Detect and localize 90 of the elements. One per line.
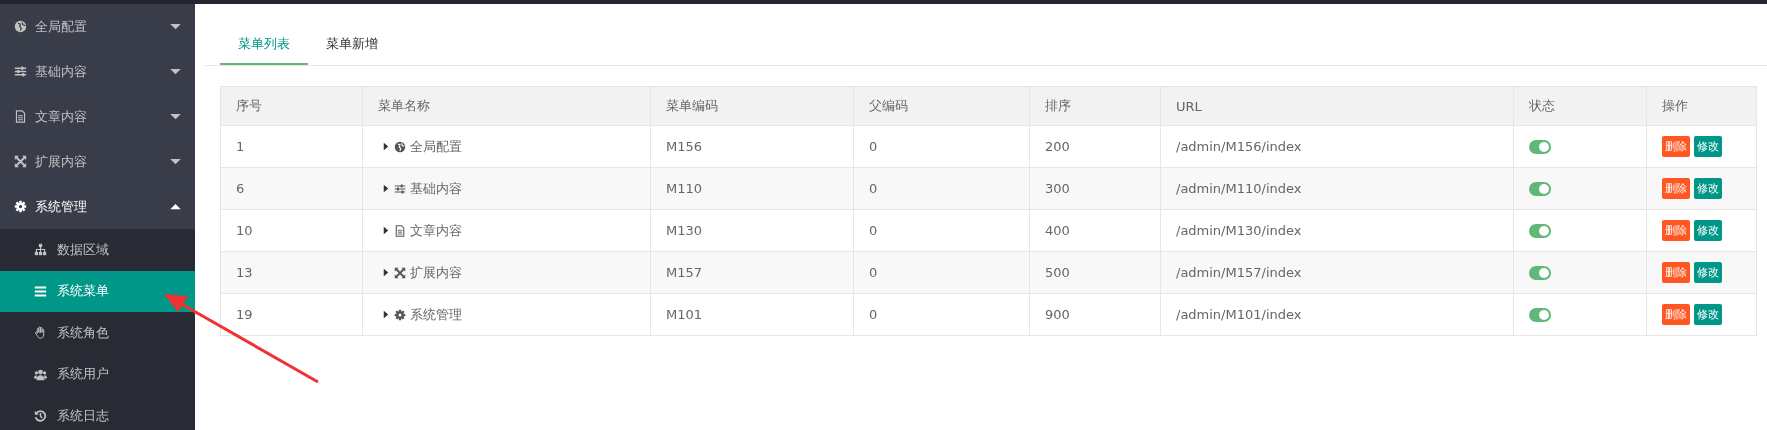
- delete-button[interactable]: 删除: [1662, 220, 1690, 241]
- table-cell: M157: [650, 251, 854, 294]
- table-cell: 10: [220, 209, 363, 252]
- status-toggle[interactable]: [1529, 308, 1551, 323]
- column-header: 排序: [1029, 86, 1161, 126]
- sidebar-subitem[interactable]: 系统角色: [0, 312, 195, 354]
- table-cell: 1: [220, 125, 363, 168]
- menu-name: 基础内容: [410, 180, 462, 196]
- delete-button[interactable]: 删除: [1662, 262, 1690, 283]
- hand-icon: [34, 326, 47, 340]
- table-cell: /admin/M156/index: [1160, 125, 1514, 168]
- table-cell: 19: [220, 293, 363, 336]
- table-cell: 300: [1029, 167, 1161, 210]
- expand-triangle-icon[interactable]: [383, 310, 389, 319]
- column-header: 菜单编码: [650, 86, 854, 126]
- table-cell: 200: [1029, 125, 1161, 168]
- sidebar-subitem[interactable]: 系统用户: [0, 353, 195, 395]
- globe-icon: [394, 140, 406, 153]
- history-icon: [34, 409, 47, 423]
- table-cell: /admin/M157/index: [1160, 251, 1514, 294]
- column-header: URL: [1160, 86, 1514, 126]
- table-cell: 500: [1029, 251, 1161, 294]
- delete-button[interactable]: 删除: [1662, 178, 1690, 199]
- bars-icon: [34, 284, 47, 298]
- expand-triangle-icon[interactable]: [383, 184, 389, 193]
- column-header: 操作: [1646, 86, 1757, 126]
- edit-button[interactable]: 修改: [1694, 304, 1722, 325]
- table-cell: 900: [1029, 293, 1161, 336]
- table-cell: /admin/M130/index: [1160, 209, 1514, 252]
- sidebar-subitem[interactable]: 数据区域: [0, 229, 195, 271]
- column-header: 序号: [220, 86, 363, 126]
- gear-icon: [14, 200, 27, 213]
- table-cell: M156: [650, 125, 854, 168]
- sliders-icon: [14, 65, 27, 78]
- status-toggle[interactable]: [1529, 140, 1551, 155]
- file-icon: [394, 224, 406, 237]
- menu-name: 全局配置: [410, 138, 462, 154]
- column-header: 状态: [1513, 86, 1647, 126]
- sidebar-item[interactable]: 全局配置: [0, 4, 195, 49]
- column-header: 父编码: [853, 86, 1030, 126]
- file-icon: [14, 110, 27, 123]
- edit-button[interactable]: 修改: [1694, 220, 1722, 241]
- table-cell: 400: [1029, 209, 1161, 252]
- table-cell: 0: [853, 209, 1030, 252]
- table-cell: 0: [853, 167, 1030, 210]
- sidebar-item[interactable]: 文章内容: [0, 94, 195, 139]
- expand-icon: [394, 266, 406, 279]
- table-cell: 13: [220, 251, 363, 294]
- menu-name: 文章内容: [410, 222, 462, 238]
- status-toggle[interactable]: [1529, 224, 1551, 239]
- sliders-icon: [394, 182, 406, 195]
- tab[interactable]: 菜单新增: [308, 24, 396, 65]
- table-cell: /admin/M110/index: [1160, 167, 1514, 210]
- column-header: 菜单名称: [362, 86, 651, 126]
- edit-button[interactable]: 修改: [1694, 136, 1722, 157]
- caret-icon: [170, 203, 181, 210]
- globe-icon: [14, 20, 27, 33]
- users-icon: [34, 367, 47, 381]
- caret-icon: [170, 68, 181, 75]
- caret-icon: [170, 113, 181, 120]
- expand-triangle-icon[interactable]: [383, 268, 389, 277]
- menu-name: 系统管理: [410, 306, 462, 322]
- status-toggle[interactable]: [1529, 182, 1551, 197]
- caret-icon: [170, 158, 181, 165]
- menu-name: 扩展内容: [410, 264, 462, 280]
- table-cell: 0: [853, 125, 1030, 168]
- gear-icon: [394, 308, 406, 321]
- tab[interactable]: 菜单列表: [220, 24, 308, 65]
- edit-button[interactable]: 修改: [1694, 178, 1722, 199]
- table-cell: M130: [650, 209, 854, 252]
- table-cell: 6: [220, 167, 363, 210]
- sidebar-subitem[interactable]: 系统日志: [0, 395, 195, 430]
- delete-button[interactable]: 删除: [1662, 136, 1690, 157]
- table-cell: M101: [650, 293, 854, 336]
- sidebar-item[interactable]: 扩展内容: [0, 139, 195, 184]
- table-cell: /admin/M101/index: [1160, 293, 1514, 336]
- sidebar-item[interactable]: 基础内容: [0, 49, 195, 94]
- expand-icon: [14, 155, 27, 168]
- table-cell: 0: [853, 251, 1030, 294]
- edit-button[interactable]: 修改: [1694, 262, 1722, 283]
- expand-triangle-icon[interactable]: [383, 142, 389, 151]
- table-cell: 0: [853, 293, 1030, 336]
- status-toggle[interactable]: [1529, 266, 1551, 281]
- caret-icon: [170, 23, 181, 30]
- table-cell: M110: [650, 167, 854, 210]
- sidebar-subitem[interactable]: 系统菜单: [0, 270, 195, 312]
- sidebar-item[interactable]: 系统管理: [0, 184, 195, 229]
- expand-triangle-icon[interactable]: [383, 226, 389, 235]
- sitemap-icon: [34, 243, 47, 257]
- delete-button[interactable]: 删除: [1662, 304, 1690, 325]
